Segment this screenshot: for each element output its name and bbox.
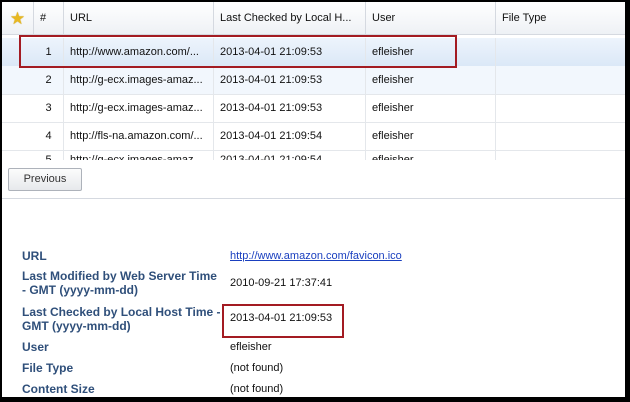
last-checked-label: Last Checked by Local Host Time - GMT (y… [22, 305, 221, 333]
detail-panel: URL http://www.amazon.com/favicon.ico La… [2, 199, 625, 397]
previous-button[interactable]: Previous [8, 168, 82, 191]
history-window: ★ # URL Last Checked by Local H... User … [2, 2, 625, 397]
table-row[interactable]: 1 http://www.amazon.com/... 2013-04-01 2… [2, 38, 625, 67]
url-label: URL [22, 249, 47, 263]
file-type-label: File Type [22, 361, 74, 375]
user-label: User [22, 340, 49, 354]
last-modified-label: Last Modified by Web Server Time - GMT (… [22, 269, 217, 297]
last-checked-value: 2013-04-01 21:09:53 [230, 312, 333, 324]
last-modified-value: 2010-09-21 17:37:41 [230, 277, 333, 289]
row-file-type [496, 94, 625, 122]
file-type-value: (not found) [230, 362, 284, 374]
column-header-url[interactable]: URL [64, 2, 214, 34]
column-header-file-type[interactable]: File Type [496, 2, 625, 34]
row-last-checked: 2013-04-01 21:09:53 [214, 38, 366, 66]
row-file-type [496, 38, 625, 66]
row-user: efleisher [366, 94, 496, 122]
pager-bar: Previous [2, 160, 625, 199]
content-size-value: (not found) [230, 383, 284, 395]
row-number: 1 [34, 38, 64, 66]
row-last-checked: 2013-04-01 21:09:53 [214, 66, 366, 94]
row-last-checked: 2013-04-01 21:09:54 [214, 122, 366, 150]
column-header-last-checked[interactable]: Last Checked by Local H... [214, 2, 366, 34]
row-number: 3 [34, 94, 64, 122]
table-row[interactable]: 2 http://g-ecx.images-amaz... 2013-04-01… [2, 66, 625, 95]
row-user: efleisher [366, 38, 496, 66]
column-header-number[interactable]: # [34, 2, 64, 34]
url-link[interactable]: http://www.amazon.com/favicon.ico [230, 250, 402, 262]
row-url: http://g-ecx.images-amaz... [64, 94, 214, 122]
column-header-user[interactable]: User [366, 2, 496, 34]
row-user: efleisher [366, 66, 496, 94]
row-url: http://g-ecx.images-amaz... [64, 66, 214, 94]
row-last-checked: 2013-04-01 21:09:53 [214, 94, 366, 122]
grid-header: ★ # URL Last Checked by Local H... User … [2, 2, 625, 35]
row-url: http://fls-na.amazon.com/... [64, 122, 214, 150]
row-user: efleisher [366, 122, 496, 150]
row-number: 2 [34, 66, 64, 94]
row-number: 4 [34, 122, 64, 150]
row-url: http://www.amazon.com/... [64, 38, 214, 66]
content-size-label: Content Size [22, 382, 95, 396]
user-value: efleisher [230, 341, 272, 353]
row-file-type [496, 122, 625, 150]
table-row[interactable]: 3 http://g-ecx.images-amaz... 2013-04-01… [2, 94, 625, 123]
row-file-type [496, 66, 625, 94]
history-grid: ★ # URL Last Checked by Local H... User … [2, 2, 625, 161]
table-row[interactable]: 4 http://fls-na.amazon.com/... 2013-04-0… [2, 122, 625, 151]
star-icon[interactable]: ★ [2, 2, 34, 34]
